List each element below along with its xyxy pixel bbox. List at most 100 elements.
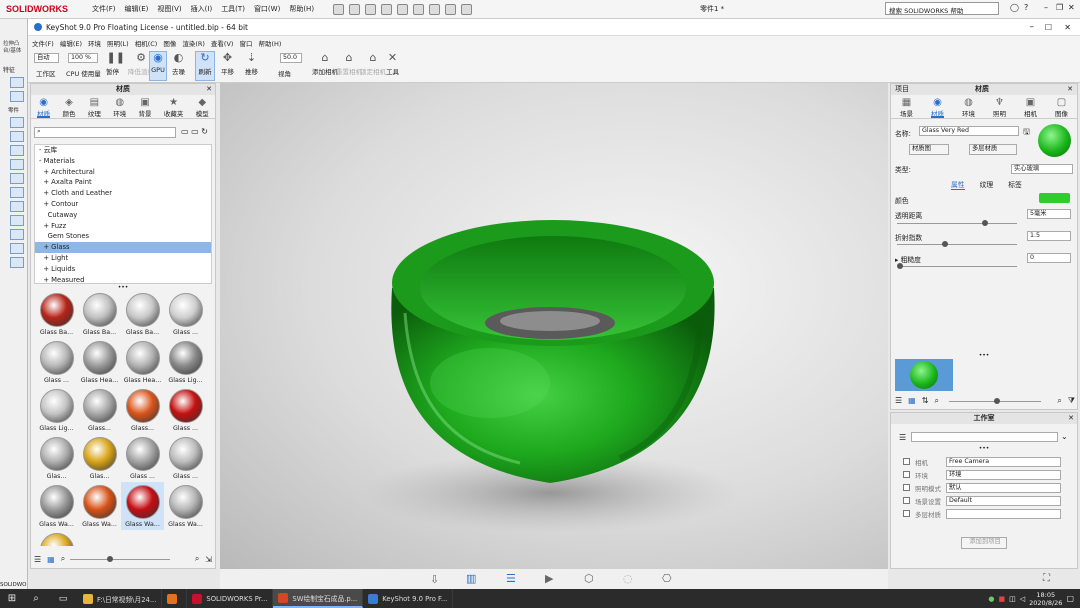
library-tab[interactable]: ◉ 材质 — [37, 97, 51, 118]
undo-icon[interactable] — [413, 3, 425, 15]
roughness-slider[interactable] — [897, 263, 1017, 269]
taskbar-app[interactable]: KeyShot 9.0 Pro F... — [363, 589, 454, 608]
windows-start-icon[interactable]: ⊞ — [0, 593, 24, 604]
library-tab[interactable]: ◍ 环境 — [113, 97, 126, 118]
close-icon[interactable]: ✕ — [206, 84, 212, 95]
tree-item[interactable]: + Liquids — [35, 264, 211, 275]
material-history-thumbnail[interactable] — [895, 359, 953, 391]
grid-view-icon[interactable]: ▦ — [47, 555, 55, 564]
list-view-icon[interactable]: ☰ — [34, 555, 41, 564]
solidworks-bottom-tab[interactable]: SOLIDWO — [0, 582, 27, 588]
sw-menu-item[interactable]: 编辑(E) — [125, 5, 149, 13]
material-thumbnail[interactable]: Glass Hea... — [121, 338, 164, 386]
tree-item[interactable]: + Cloth and Leather — [35, 188, 211, 199]
minimize-icon[interactable]: – — [1044, 3, 1048, 12]
studio-row-select[interactable] — [946, 509, 1061, 519]
tray-app-icon[interactable]: ■ — [998, 595, 1005, 603]
material-thumbnail[interactable]: Glass Wa... — [121, 482, 164, 530]
material-thumbnail[interactable]: Glass ... — [164, 290, 207, 338]
solidworks-search-input[interactable]: 搜索 SOLIDWORKS 帮助 — [885, 2, 999, 15]
body-icon[interactable] — [10, 229, 24, 240]
plane-icon[interactable] — [10, 131, 24, 142]
library-tab[interactable]: ▤ 纹理 — [88, 97, 101, 118]
tree-item[interactable]: + Measured — [35, 275, 211, 283]
cpu-usage-button[interactable]: CPU 使用量 — [66, 68, 101, 78]
close-icon[interactable]: ✕ — [1067, 84, 1073, 95]
select-icon[interactable] — [429, 3, 441, 15]
material-thumbnail[interactable]: Glass... — [78, 386, 121, 434]
close-icon[interactable]: ✕ — [1068, 3, 1075, 12]
library-tab[interactable]: ★ 收藏夹 — [164, 97, 184, 118]
material-thumbnail[interactable]: Glass ... — [164, 386, 207, 434]
material-thumbnail[interactable]: Glas... — [78, 434, 121, 482]
pattern-icon[interactable] — [10, 215, 24, 226]
refresh-button[interactable]: ↻ 刷新 — [195, 51, 215, 81]
checkbox[interactable] — [903, 497, 910, 504]
perspective-button[interactable]: 视角 — [278, 68, 291, 78]
minimize-icon[interactable]: – — [1030, 22, 1035, 32]
close-icon[interactable]: ✕ — [1064, 23, 1071, 32]
studio-row-select[interactable]: Default — [946, 496, 1061, 506]
ks-menu-item[interactable]: 帮助(H) — [258, 38, 281, 48]
library-search-input[interactable]: ⌕ — [34, 127, 176, 138]
tree-item[interactable]: + Axalta Paint — [35, 177, 211, 188]
pan-button[interactable]: ✥ 平移 — [221, 52, 234, 77]
checkbox[interactable] — [903, 471, 910, 478]
taskbar-app[interactable]: SOLIDWORKS Pr... — [187, 589, 274, 608]
ks-menu-item[interactable]: 窗口 — [239, 38, 252, 48]
material-thumbnail[interactable]: Glass Wa... — [78, 482, 121, 530]
material-thumbnail[interactable]: Glass Lig... — [35, 386, 78, 434]
ks-menu-item[interactable]: 图像 — [163, 38, 176, 48]
network-icon[interactable]: ◫ — [1009, 595, 1016, 603]
revolve-icon[interactable] — [10, 187, 24, 198]
tree-item[interactable]: + Fuzz — [35, 221, 211, 232]
tree-item[interactable]: Cutaway — [35, 210, 211, 221]
material-thumbnail[interactable]: Glass Wa... — [164, 482, 207, 530]
body-icon[interactable] — [10, 257, 24, 268]
import-icon[interactable]: ⇲ — [205, 555, 212, 564]
tree-item[interactable]: + Light — [35, 253, 211, 264]
pause-button[interactable]: ❚❚ 暂停 — [106, 52, 125, 77]
tree-item[interactable]: Gem Stones — [35, 231, 211, 242]
material-type-select[interactable]: 实心玻璃 — [1011, 164, 1073, 174]
checkbox[interactable] — [903, 510, 910, 517]
add-camera-button[interactable]: ⌂ 添加相机 — [312, 52, 338, 77]
studio-row-select[interactable]: 默认 — [946, 483, 1061, 493]
fov-input[interactable]: 50.0 — [280, 53, 302, 63]
project-tab[interactable]: ◍ 环境 — [962, 97, 975, 118]
material-thumbnail[interactable]: Glass Wa... — [35, 530, 78, 546]
library-tab[interactable]: ▣ 背景 — [139, 97, 152, 118]
ks-menu-item[interactable]: 文件(F) — [32, 38, 54, 48]
zoom-in-icon[interactable]: ⌕ — [195, 554, 199, 564]
material-thumbnail[interactable]: Glass Lig... — [164, 338, 207, 386]
render-icon[interactable]: ◌ — [623, 572, 633, 585]
studio-row-select[interactable]: Free Camera — [946, 457, 1061, 467]
render-mode-select[interactable]: 自动 — [34, 53, 59, 63]
sw-menu-item[interactable]: 窗口(W) — [254, 5, 280, 13]
material-thumbnail[interactable]: Glas... — [35, 434, 78, 482]
notification-icon[interactable]: ▢ — [1066, 594, 1074, 603]
user-icon[interactable]: ◯ — [1010, 3, 1019, 12]
open-icon[interactable] — [365, 3, 377, 15]
render-viewport[interactable] — [220, 83, 888, 569]
filter-icon[interactable]: ⧩ — [1068, 396, 1075, 406]
ks-menu-item[interactable]: 照明(L) — [107, 38, 129, 48]
clock[interactable]: 18:05 2020/8/26 — [1029, 591, 1062, 607]
refraction-input[interactable]: 1.5 — [1027, 231, 1071, 241]
property-icon[interactable] — [10, 91, 24, 102]
close-icon[interactable]: ✕ — [1068, 413, 1074, 424]
project-tab[interactable]: ◉ 材质 — [931, 97, 944, 118]
options-icon[interactable] — [461, 3, 473, 15]
zoom-out-icon[interactable]: ⌕ — [934, 396, 938, 406]
zoom-out-icon[interactable]: ⌕ — [61, 554, 65, 564]
animation-icon[interactable]: ▶ — [545, 572, 553, 585]
checkbox[interactable] — [903, 458, 910, 465]
material-name-input[interactable]: Glass Very Red — [919, 126, 1019, 136]
material-subtab[interactable]: 标签 — [1008, 179, 1022, 190]
workspace-button[interactable]: 工作区 — [36, 68, 56, 78]
multi-material-button[interactable]: 多层材质 — [969, 144, 1017, 155]
sketch-icon[interactable] — [10, 117, 24, 128]
add-to-project-button[interactable]: 添加到项目 — [961, 537, 1007, 549]
import-icon[interactable]: ⇩ — [430, 573, 439, 586]
keyshotxr-icon[interactable]: ⬡ — [584, 572, 594, 585]
